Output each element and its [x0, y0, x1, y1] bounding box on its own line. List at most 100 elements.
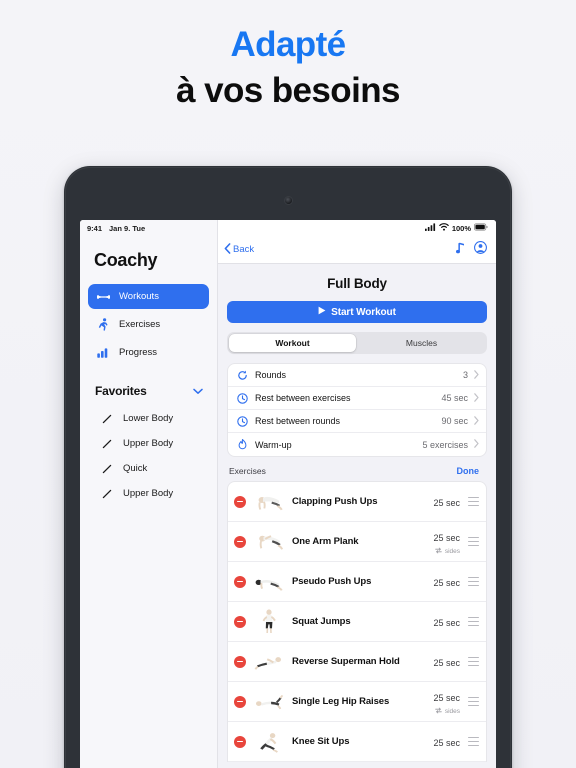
sidebar-item-exercises[interactable]: Exercises — [88, 312, 209, 337]
drag-handle-icon[interactable] — [468, 697, 479, 706]
tablet-device-frame: 9:41 Jan 9. Tue Coachy Workouts Exercise… — [64, 166, 512, 768]
workout-detail-content: Full Body Start Workout Workout Muscles — [218, 264, 496, 768]
play-icon — [318, 306, 326, 318]
exercise-sides: sides — [433, 547, 460, 556]
exercise-duration: 25 sec — [433, 617, 460, 628]
favorites-section-header[interactable]: Favorites — [80, 368, 217, 406]
bar-chart-icon — [96, 346, 110, 359]
coachy-app: 9:41 Jan 9. Tue Coachy Workouts Exercise… — [80, 220, 496, 768]
favorite-item-upper-body-2[interactable]: Upper Body — [80, 481, 217, 506]
hip-raise-photo — [254, 687, 284, 717]
drag-handle-icon[interactable] — [468, 737, 479, 746]
pencil-icon — [102, 464, 112, 474]
app-title: Coachy — [94, 250, 158, 270]
wifi-icon — [439, 223, 449, 233]
start-workout-button[interactable]: Start Workout — [227, 301, 487, 323]
one-arm-plank-photo — [254, 527, 284, 557]
table-row[interactable]: Reverse Superman Hold 25 sec — [228, 642, 486, 682]
status-bar-right: 100% — [218, 220, 496, 236]
sidebar-item-workouts[interactable]: Workouts — [88, 284, 209, 309]
remove-circle-icon[interactable] — [234, 735, 246, 748]
favorite-item-upper-body-1[interactable]: Upper Body — [80, 431, 217, 456]
sidebar-item-progress[interactable]: Progress — [88, 340, 209, 365]
exercise-duration: 25 sec — [433, 657, 460, 668]
exercise-meta: 25 sec — [433, 493, 468, 511]
table-row[interactable]: Clapping Push Ups 25 sec — [228, 482, 486, 522]
exercise-duration: 25 sec — [433, 497, 460, 508]
remove-circle-icon[interactable] — [234, 615, 246, 628]
favorite-item-lower-body[interactable]: Lower Body — [80, 406, 217, 431]
setting-label: Rest between rounds — [255, 416, 341, 426]
drag-handle-icon[interactable] — [468, 497, 479, 506]
account-circle-icon[interactable] — [474, 240, 487, 259]
exercise-duration: 25 sec — [433, 737, 460, 748]
table-row[interactable]: Knee Sit Ups 25 sec — [228, 722, 486, 762]
knee-situp-photo — [254, 727, 284, 757]
pencil-icon — [102, 414, 112, 424]
setting-row-rest-between-exercises[interactable]: Rest between exercises 45 sec — [228, 387, 486, 410]
exercise-duration: 25 sec — [433, 577, 460, 588]
page-title: Adapté à vos besoins — [0, 22, 576, 114]
done-button[interactable]: Done — [457, 466, 480, 476]
clock-icon — [236, 415, 249, 427]
exercise-sides-label: sides — [444, 547, 460, 555]
drag-handle-icon[interactable] — [468, 657, 479, 666]
remove-circle-icon[interactable] — [234, 535, 246, 548]
squat-jump-photo — [254, 607, 284, 637]
exercise-meta: 25 sec sides — [433, 688, 468, 716]
sidebar-item-label: Progress — [119, 347, 158, 358]
table-row[interactable]: Squat Jumps 25 sec — [228, 602, 486, 642]
workout-settings-card: Rounds 3 Rest between exercises 45 sec R… — [227, 363, 487, 457]
table-row[interactable]: One Arm Plank 25 sec sides — [228, 522, 486, 562]
setting-row-rest-between-rounds[interactable]: Rest between rounds 90 sec — [228, 410, 486, 433]
favorite-item-label: Upper Body — [123, 488, 174, 499]
front-camera-icon — [284, 197, 292, 204]
drag-handle-icon[interactable] — [468, 617, 479, 626]
headline-line-1: Adapté — [230, 25, 346, 64]
exercise-name: Single Leg Hip Raises — [292, 696, 390, 707]
music-note-icon[interactable] — [456, 241, 465, 259]
tab-muscles[interactable]: Muscles — [358, 334, 485, 352]
exercise-name: Pseudo Push Ups — [292, 576, 372, 587]
marketing-screenshot: Adapté à vos besoins 9:41 Jan 9. Tue Coa… — [0, 0, 576, 768]
setting-row-warm-up[interactable]: Warm-up 5 exercises — [228, 433, 486, 456]
exercise-meta: 25 sec — [433, 613, 468, 631]
table-row[interactable]: Single Leg Hip Raises 25 sec sides — [228, 682, 486, 722]
exercise-name: One Arm Plank — [292, 536, 359, 547]
headline-line-2: à vos besoins — [176, 71, 400, 110]
sidebar: 9:41 Jan 9. Tue Coachy Workouts Exercise… — [80, 220, 218, 768]
sidebar-item-label: Exercises — [119, 319, 161, 330]
chevron-right-icon — [474, 369, 479, 381]
setting-value: 90 sec — [441, 416, 468, 426]
exercise-sides-label: sides — [444, 707, 460, 715]
sidebar-item-label: Workouts — [119, 291, 159, 302]
remove-circle-icon[interactable] — [234, 575, 246, 588]
tab-workout[interactable]: Workout — [229, 334, 356, 352]
favorite-item-quick[interactable]: Quick — [80, 456, 217, 481]
clock-icon — [236, 392, 249, 404]
back-button-label: Back — [233, 244, 255, 255]
exercise-meta: 25 sec — [433, 653, 468, 671]
setting-row-rounds[interactable]: Rounds 3 — [228, 364, 486, 387]
drag-handle-icon[interactable] — [468, 537, 479, 546]
chevron-down-icon[interactable] — [193, 382, 203, 400]
chevron-right-icon — [474, 439, 479, 450]
favorite-item-label: Lower Body — [123, 413, 174, 424]
status-bar-time: 9:41 — [87, 223, 103, 233]
pushup-clap-photo — [254, 487, 284, 517]
table-row[interactable]: Pseudo Push Ups 25 sec — [228, 562, 486, 602]
exercise-duration: 25 sec — [433, 692, 460, 703]
rounds-refresh-icon — [236, 370, 249, 381]
pseudo-pushup-photo — [254, 567, 284, 597]
remove-circle-icon[interactable] — [234, 495, 246, 508]
setting-label: Rest between exercises — [255, 393, 351, 403]
workout-muscles-segmented-control: Workout Muscles — [227, 332, 487, 354]
remove-circle-icon[interactable] — [234, 695, 246, 708]
setting-value: 45 sec — [441, 393, 468, 403]
exercise-meta: 25 sec — [433, 733, 468, 751]
drag-handle-icon[interactable] — [468, 577, 479, 586]
chevron-left-icon — [224, 242, 231, 257]
back-button[interactable]: Back — [224, 242, 255, 257]
flame-icon — [236, 439, 249, 450]
remove-circle-icon[interactable] — [234, 655, 246, 668]
